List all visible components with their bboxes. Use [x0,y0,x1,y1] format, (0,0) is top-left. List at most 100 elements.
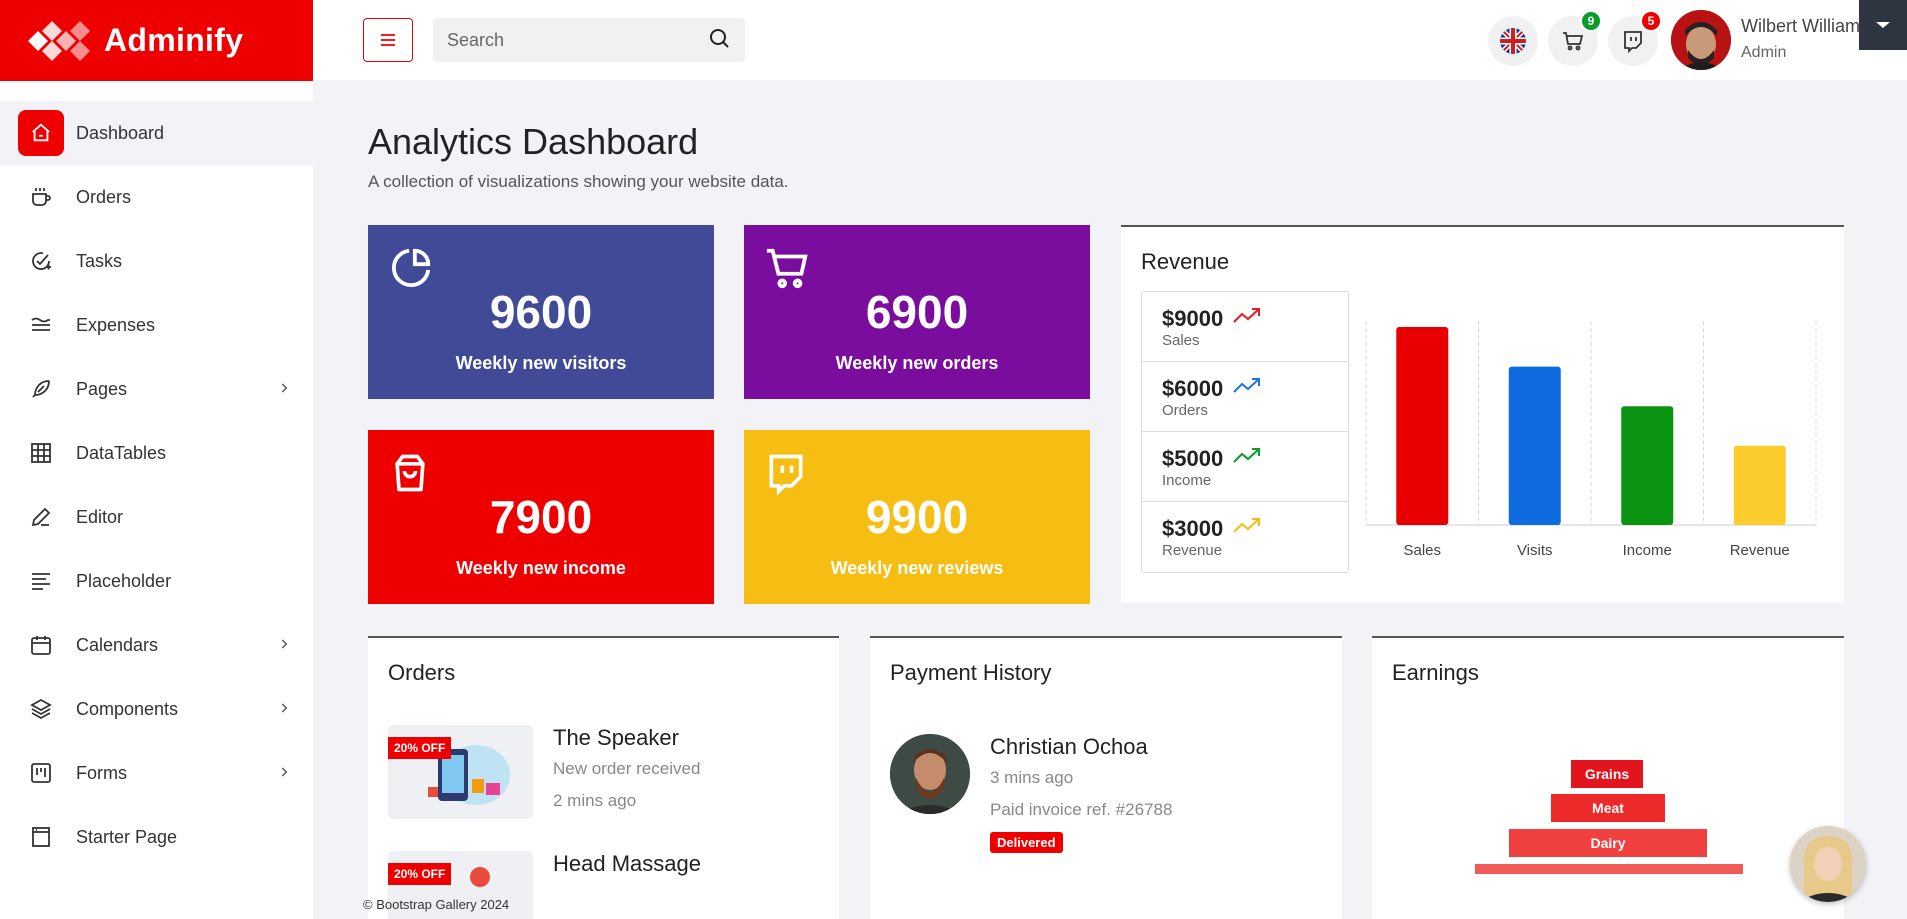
order-name: The Speaker [553,725,679,750]
caret-down-icon [1876,22,1890,28]
corner-dropdown-button[interactable] [1859,0,1907,50]
sidebar-item-placeholder[interactable]: Placeholder [0,549,313,613]
discount-tag: 20% OFF [388,737,452,759]
sidebar-item-tasks[interactable]: Tasks [0,229,313,293]
user-name[interactable]: Wilbert William [1741,16,1860,37]
payment-time: 3 mins ago [990,768,1074,787]
sidebar-item-calendars[interactable]: Calendars [0,613,313,677]
stat-card-reviews[interactable]: 9900 Weekly new reviews [744,430,1090,604]
sidebar-item-datatables[interactable]: DataTables [0,421,313,485]
sidebar-item-label: Editor [76,506,124,527]
stat-label: Weekly new orders [835,353,999,373]
sidebar-item-forms[interactable]: Forms [0,741,313,805]
stat-label: Weekly new reviews [830,558,1004,578]
revenue-label: Income [1162,472,1212,489]
card-title: Payment History [890,660,1052,685]
stat-label: Weekly new income [456,558,626,578]
revenue-item: $3000 Revenue [1142,502,1348,572]
earnings-card: Earnings Grains Meat Dairy [1372,636,1844,919]
chevron-right-icon [277,635,291,656]
brand-logo-icon [20,16,100,66]
brand-name: Adminify [104,22,244,58]
sidebar-item-label: Components [76,698,179,719]
messages-button[interactable]: 5 [1608,10,1662,66]
feather-icon [28,376,54,402]
cart-count-badge: 9 [1580,10,1602,32]
stat-value: 7900 [489,491,593,543]
revenue-item: $6000 Orders [1142,362,1348,432]
stat-value: 9900 [865,491,969,543]
list-item[interactable]: 20% OFF The Speaker New order received 2… [388,725,818,825]
stat-card-income[interactable]: 7900 Weekly new income [368,430,714,604]
revenue-label: Sales [1162,332,1200,349]
chart-tick-label: Income [1623,542,1672,559]
sidebar-item-starter-page[interactable]: Starter Page [0,805,313,869]
revenue-item: $9000 Sales [1142,292,1348,362]
footer-text: © Bootstrap Gallery 2024 [363,897,510,912]
chevron-right-icon [277,379,291,400]
page-title: Analytics Dashboard [368,121,699,162]
card-title: Earnings [1392,660,1479,685]
pyramid-label: Grains [1585,766,1630,782]
user-avatar-image [1671,10,1731,70]
stat-card-orders[interactable]: 6900 Weekly new orders [744,225,1090,399]
search-icon[interactable] [707,26,731,55]
payment-reference: Paid invoice ref. #26788 [990,800,1173,819]
status-badge: Delivered [990,832,1063,853]
hamburger-icon [381,34,395,46]
card-title: Orders [388,660,456,685]
sidebar-item-pages[interactable]: Pages [0,357,313,421]
stat-label: Weekly new visitors [455,353,627,373]
order-description: New order received [553,759,701,778]
language-button[interactable] [1488,16,1538,66]
sidebar-item-editor[interactable]: Editor [0,485,313,549]
support-avatar-image [1790,826,1866,902]
brand-header[interactable]: Adminify [0,0,313,81]
sidebar-item-label: Placeholder [76,570,172,591]
chart-bar-sales [1396,327,1449,525]
sidebar-nav: Dashboard Orders Tasks Expenses Pages Da… [0,101,313,869]
customer-name: Christian Ochoa [990,734,1148,759]
revenue-item: $5000 Income [1142,432,1348,502]
chat-support-button[interactable] [1790,826,1866,902]
revenue-bar-chart: Sales Visits Income Revenue [1365,321,1817,559]
chart-tick-label: Sales [1403,542,1441,559]
search-box [433,18,745,62]
stat-card-visitors[interactable]: 9600 Weekly new visitors [368,225,714,399]
messages-count-badge: 5 [1640,10,1662,32]
earnings-pyramid-chart: Grains Meat Dairy [1475,760,1743,874]
pencil-icon [28,504,54,530]
coffee-cup-icon [28,184,54,210]
revenue-label: Orders [1162,402,1208,419]
sidebar: Adminify Dashboard Orders Tasks Expenses [0,0,313,919]
sidebar-item-label: Forms [76,762,127,783]
sidebar-item-label: Starter Page [76,826,178,847]
trending-up-icon [1232,446,1262,471]
sidebar-item-label: Pages [76,378,128,399]
window-icon [28,824,54,850]
sidebar-item-label: DataTables [76,442,167,463]
chart-tick-label: Visits [1517,542,1553,559]
sidebar-item-orders[interactable]: Orders [0,165,313,229]
pyramid-label: Dairy [1590,835,1625,851]
menu-toggle-button[interactable] [363,18,413,62]
cart-button[interactable]: 9 [1548,10,1602,66]
search-input[interactable] [447,29,707,51]
sidebar-item-dashboard[interactable]: Dashboard [0,101,313,165]
chevron-right-icon [277,763,291,784]
sidebar-item-components[interactable]: Components [0,677,313,741]
pyramid-level-base [1475,864,1743,874]
chart-bar-visits [1508,366,1561,525]
wave-lines-icon [28,312,54,338]
sidebar-item-label: Orders [76,186,132,207]
avatar[interactable] [1671,10,1731,70]
sidebar-item-label: Calendars [76,634,159,655]
customer-avatar-image [890,734,970,814]
cart-icon [1563,32,1584,51]
order-time: 2 mins ago [553,791,637,810]
stat-value: 6900 [865,286,969,338]
revenue-summary-list: $9000 Sales $6000 Orders $5000 Income $3… [1141,291,1349,573]
uk-flag-icon [1500,28,1526,54]
sidebar-item-expenses[interactable]: Expenses [0,293,313,357]
home-icon [18,110,64,156]
